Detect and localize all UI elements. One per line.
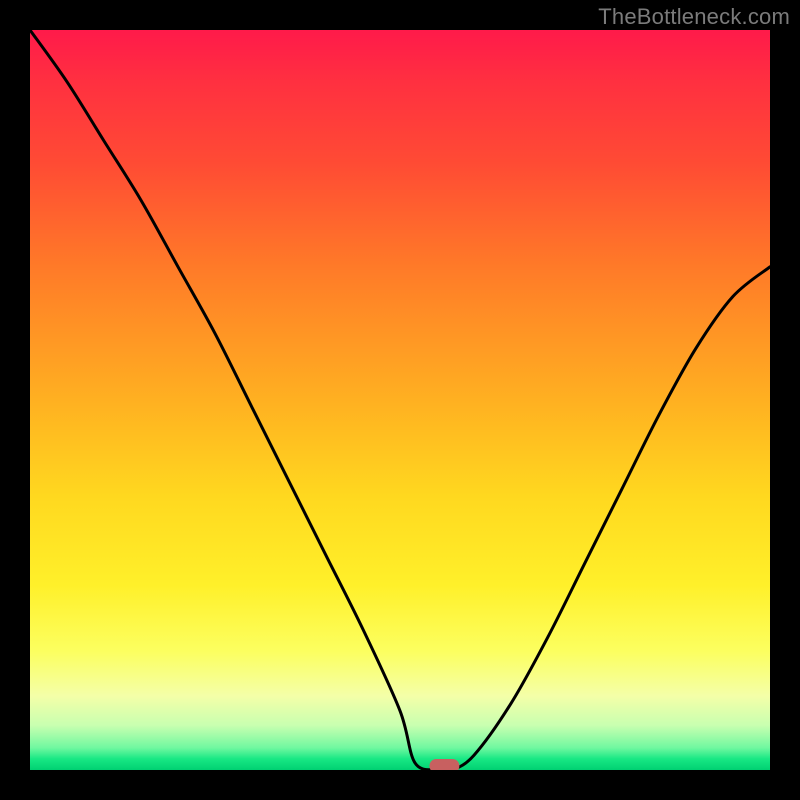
- plot-area: [30, 30, 770, 770]
- watermark-text: TheBottleneck.com: [598, 4, 790, 30]
- chart-frame: TheBottleneck.com: [0, 0, 800, 800]
- chart-svg: [30, 30, 770, 770]
- optimal-marker: [429, 759, 459, 770]
- bottleneck-curve: [30, 30, 770, 770]
